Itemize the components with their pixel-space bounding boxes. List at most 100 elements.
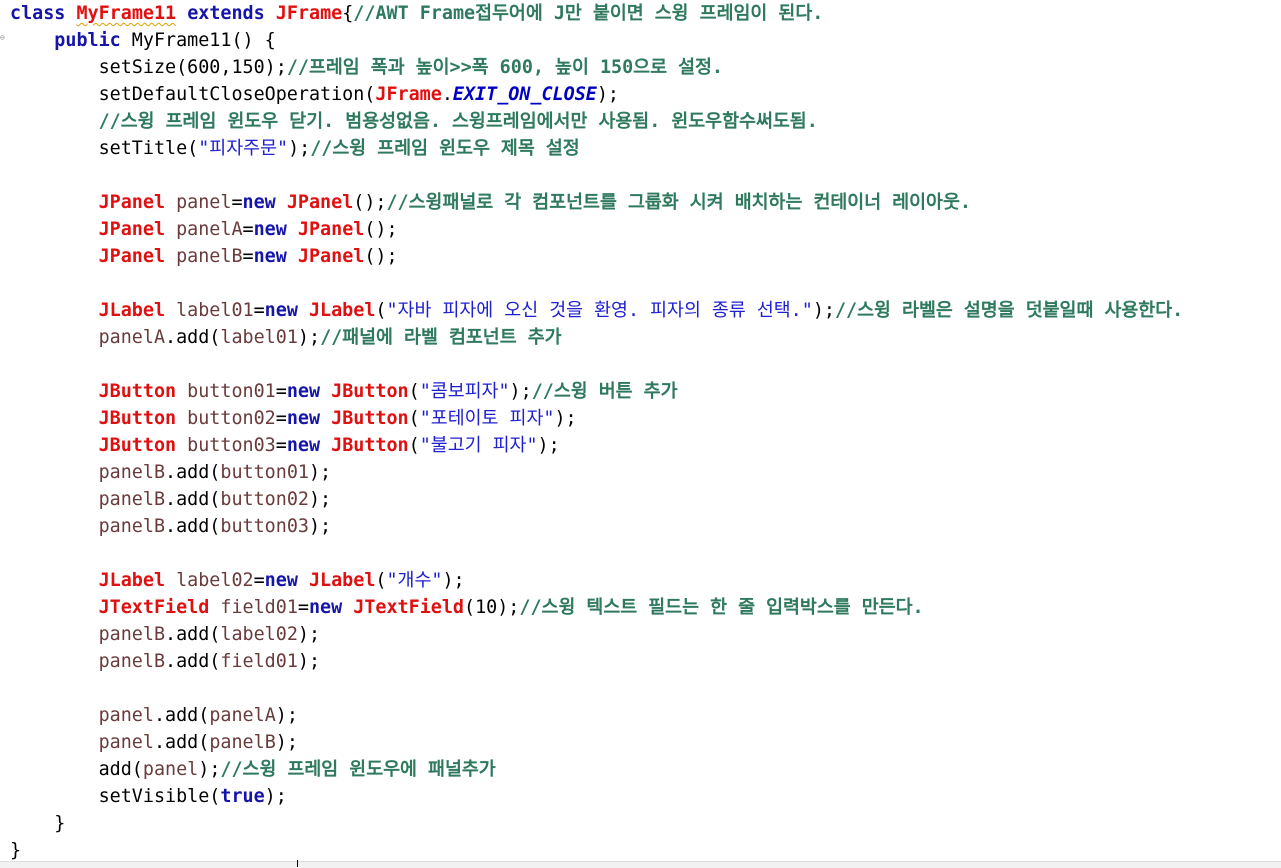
code-token: );	[509, 381, 532, 402]
text-cursor	[297, 860, 298, 867]
code-lines: class MyFrame11 extends JFrame{//AWT Fra…	[10, 0, 1183, 864]
code-token: =	[275, 435, 287, 456]
code-token: //프레임 폭과 높이>>폭 600, 높이 150으로 설정.	[286, 57, 723, 78]
code-line: JPanel panelA=new JPanel();	[10, 216, 1183, 243]
code-line: panelB.add(button03);	[10, 513, 1183, 540]
code-line: class MyFrame11 extends JFrame{//AWT Fra…	[10, 0, 1183, 27]
code-token: );	[275, 732, 298, 753]
code-token: =	[297, 597, 309, 618]
code-token: new	[242, 192, 276, 213]
code-line: setSize(600,150);//프레임 폭과 높이>>폭 600, 높이 …	[10, 54, 1183, 81]
code-token: =	[231, 192, 243, 213]
code-token: "콤보피자"	[419, 381, 510, 402]
code-token: JPanel	[286, 192, 354, 213]
code-token: panel	[165, 192, 232, 213]
code-token: MyFrame11	[76, 3, 177, 24]
code-line: }	[10, 810, 1183, 837]
code-line: JPanel panelB=new JPanel();	[10, 243, 1183, 270]
editor-gutter: ⊖	[0, 0, 8, 867]
code-token: =	[253, 300, 265, 321]
code-token: //스윙패널로 각 컴포넌트를 그룹화 시켜 배치하는 컨테이너 레이아웃.	[386, 192, 971, 213]
fold-collapse-icon[interactable]: ⊖	[0, 34, 7, 42]
code-token: public	[54, 30, 121, 51]
code-token: panelB	[98, 489, 166, 510]
code-token: JTextField	[353, 597, 464, 618]
code-token: JButton	[98, 408, 177, 429]
code-token: }	[10, 840, 22, 861]
code-token: new	[253, 246, 287, 267]
code-token: "자바 피자에 오신 것을 환영. 피자의 종류 선택."	[386, 300, 813, 321]
code-line: panel.add(panelA);	[10, 702, 1183, 729]
code-token: {	[342, 3, 354, 24]
code-line: panelB.add(button01);	[10, 459, 1183, 486]
code-token: field01	[209, 597, 298, 618]
code-token: new	[286, 408, 321, 429]
code-token: "피자주문"	[198, 138, 289, 159]
code-token: JButton	[98, 381, 177, 402]
code-token: JLabel	[308, 570, 376, 591]
code-token: );	[297, 651, 321, 672]
code-token: label01	[220, 327, 298, 348]
code-line: panel.add(panelB);	[10, 729, 1183, 756]
code-token: JPanel	[98, 219, 166, 240]
code-token: button01	[220, 462, 309, 483]
code-token: );	[308, 516, 332, 537]
code-token: new	[264, 570, 298, 591]
code-token: label01	[165, 300, 254, 321]
code-token: //스윙 프레임 윈도우에 패널추가	[220, 759, 496, 780]
code-token: .add(	[153, 732, 210, 753]
code-token: ();	[364, 246, 398, 267]
code-token: "개수"	[386, 570, 443, 591]
code-token: JFrame	[375, 84, 442, 105]
code-line: public MyFrame11() {	[10, 27, 1183, 54]
code-editor[interactable]: ⊖ class MyFrame11 extends JFrame{//AWT F…	[0, 0, 1281, 868]
code-token: .add(	[165, 462, 221, 483]
code-token: panelB	[98, 516, 166, 537]
code-token: );	[554, 408, 577, 429]
code-token: //스윙 텍스트 필드는 한 줄 입력박스를 만든다.	[519, 597, 924, 618]
code-line: JTextField field01=new JTextField(10);//…	[10, 594, 1183, 621]
code-token: JLabel	[308, 300, 376, 321]
code-token: panelA	[165, 219, 243, 240]
code-token: .add(	[165, 489, 221, 510]
code-token: );	[812, 300, 835, 321]
code-token: ();	[364, 219, 398, 240]
code-line: setDefaultCloseOperation(JFrame.EXIT_ON_…	[10, 81, 1183, 108]
code-line: }	[10, 837, 1183, 864]
code-token: panelB	[98, 462, 166, 483]
code-token: extends	[187, 3, 265, 24]
code-token: );	[442, 570, 465, 591]
code-token: new	[286, 435, 321, 456]
code-token: (	[375, 570, 387, 591]
code-token: .add(	[165, 624, 221, 645]
code-token: ();	[353, 192, 387, 213]
code-token: //스윙 프레임 윈도우 닫기. 범용성없음. 스윙프레임에서만 사용됨. 윈도…	[98, 111, 818, 132]
code-token: setVisible(	[98, 786, 221, 807]
code-token: (10);	[464, 597, 520, 618]
code-token: JButton	[331, 435, 409, 456]
code-token: //스윙 프레임 윈도우 제목 설정	[310, 138, 580, 159]
code-token: true	[220, 786, 265, 807]
code-token: panelB	[165, 246, 243, 267]
code-token: =	[275, 381, 287, 402]
code-token: (	[375, 300, 387, 321]
code-token: panelB	[98, 624, 166, 645]
code-token: panelA	[98, 327, 166, 348]
code-token: .	[441, 84, 453, 105]
